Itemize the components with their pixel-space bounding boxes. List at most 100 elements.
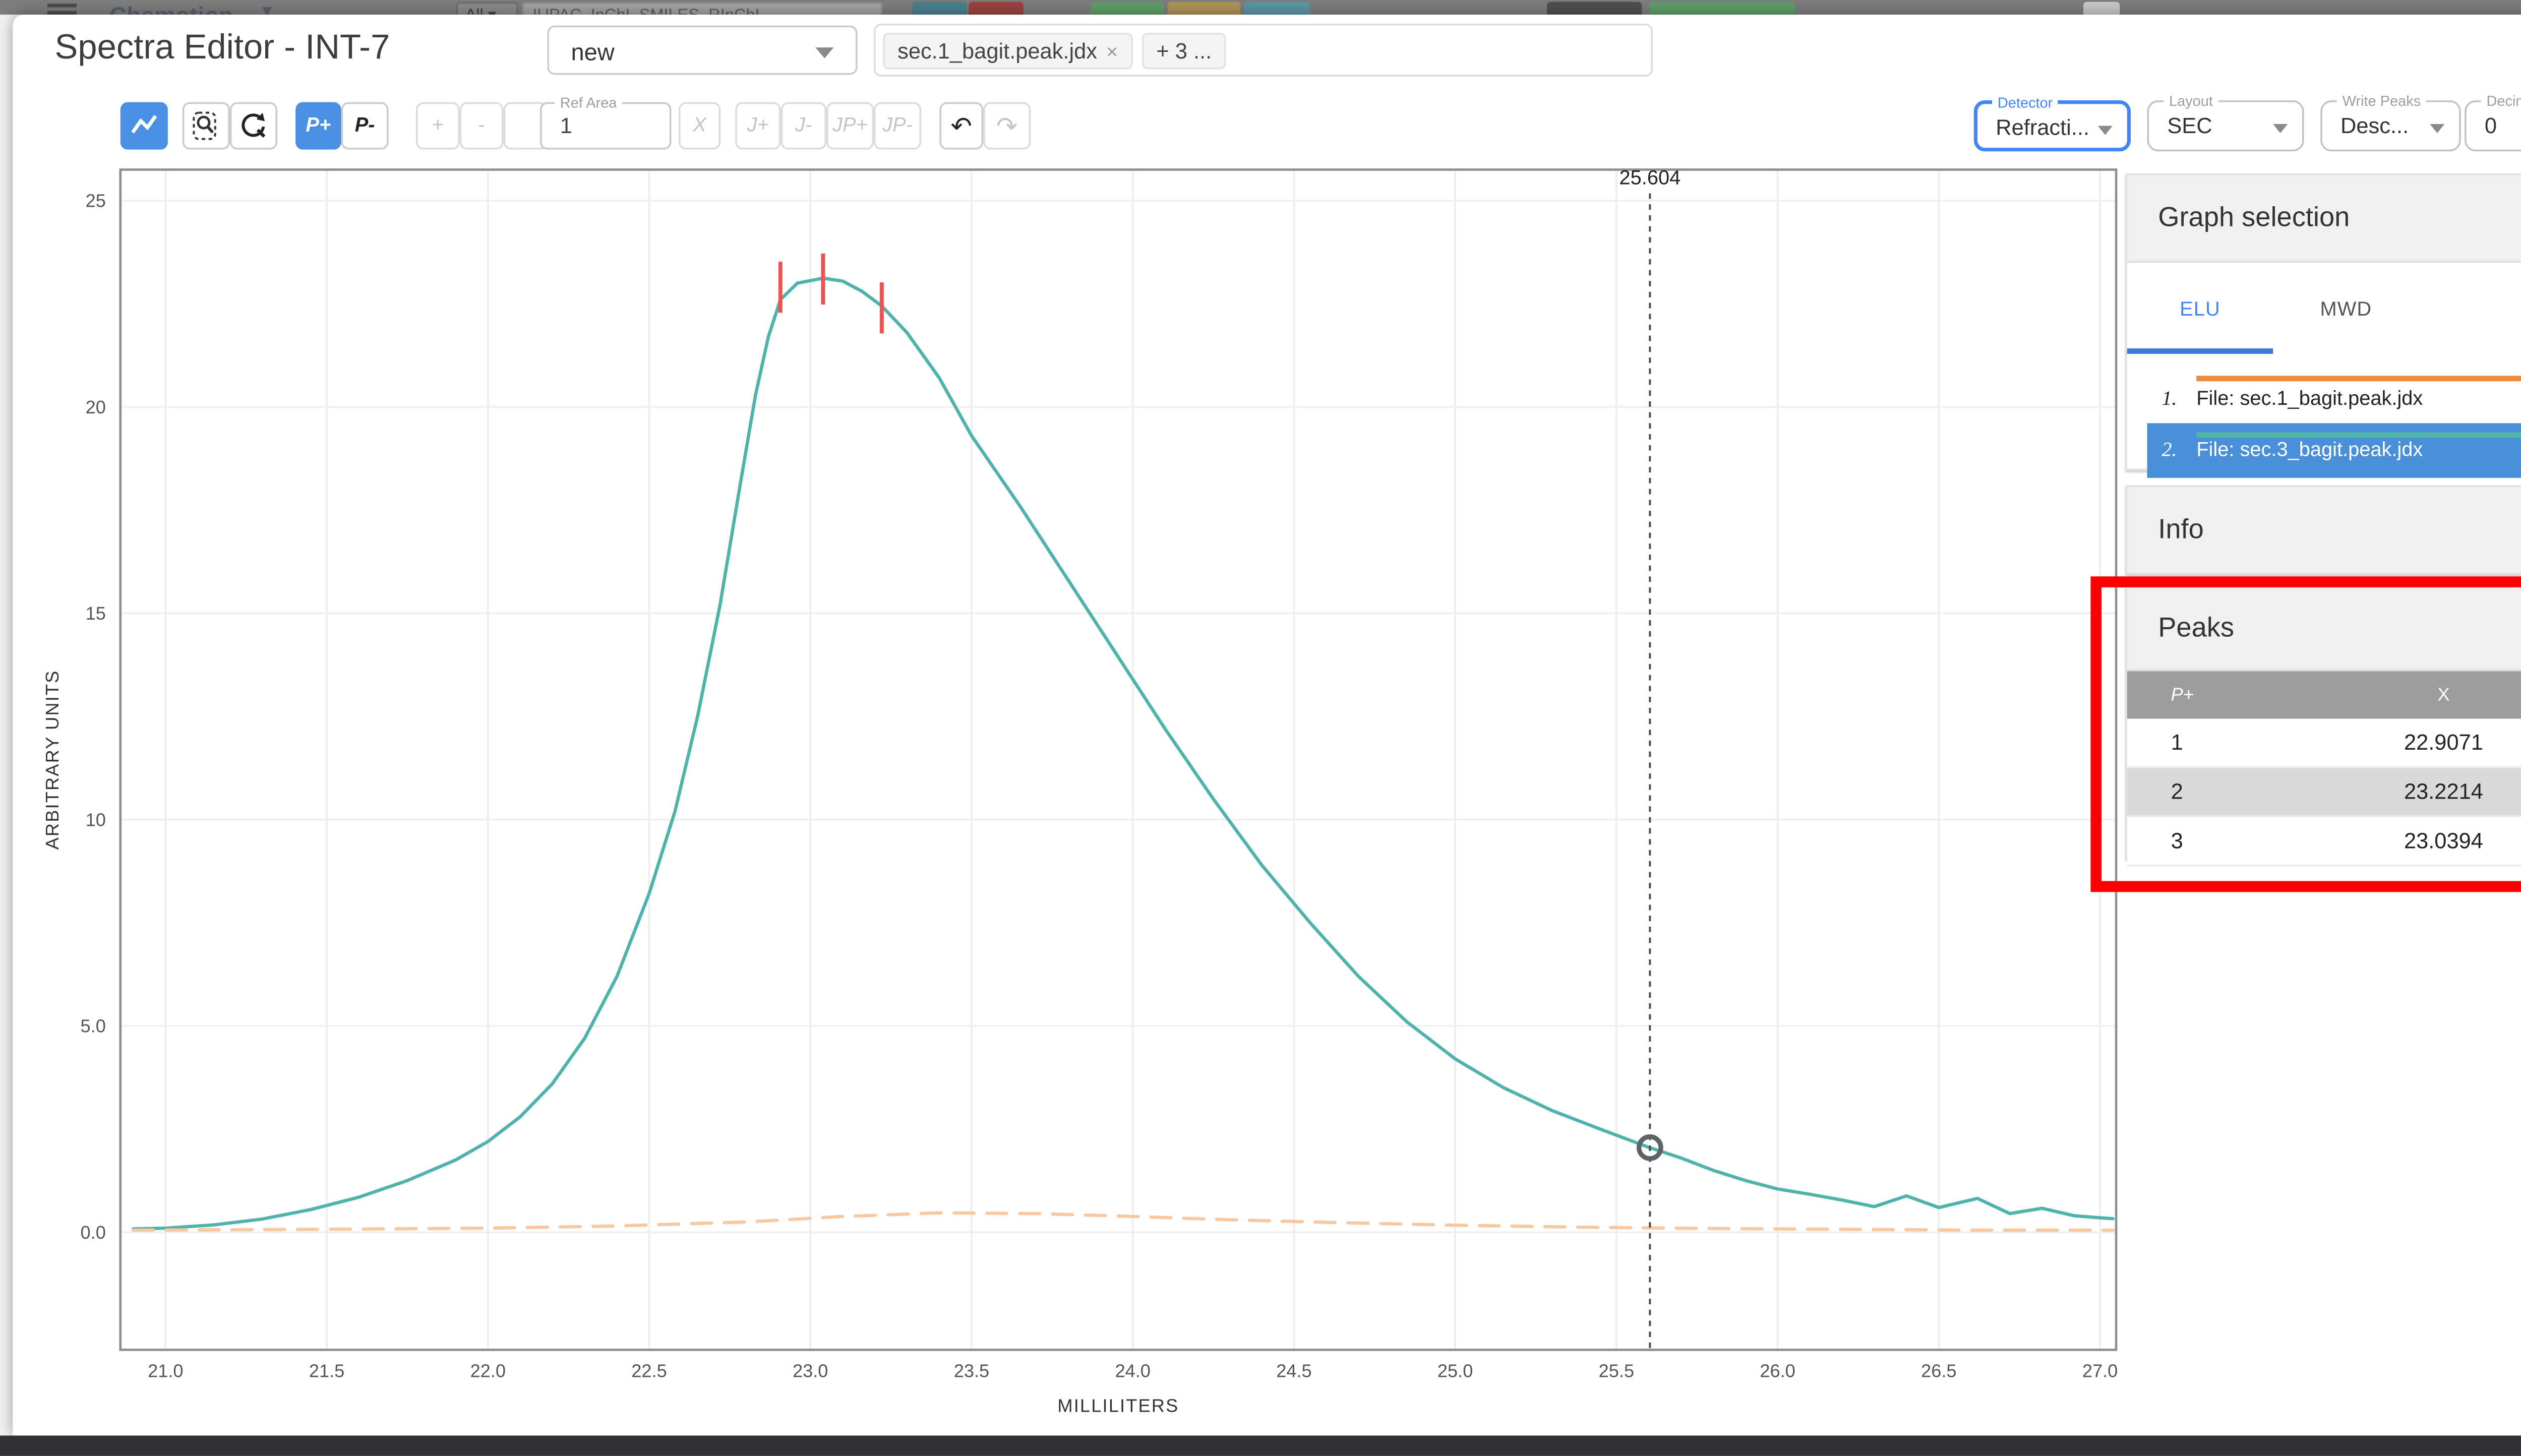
ref-area-label: Ref Area	[554, 95, 623, 111]
graph-file-list: 1. File: sec.1_bagit.peak.jdx 2. File: sec.…	[2127, 376, 2521, 489]
peak-index: 3	[2171, 828, 2183, 854]
preset-select-value: new	[571, 38, 615, 66]
nav-button-tan	[1167, 2, 1241, 15]
menu-icon	[47, 4, 77, 15]
file-tag[interactable]: + 3 ...	[1142, 32, 1227, 69]
graph-selection-header[interactable]: Graph selection	[2127, 175, 2521, 263]
chevron-down-icon: ▼	[259, 2, 276, 15]
detector-select[interactable]: Detector Refracti...	[1973, 95, 2131, 152]
peak-add-button[interactable]: P+	[295, 102, 341, 150]
preset-select[interactable]: new	[547, 25, 858, 75]
x-tick-label: 23.0	[793, 1361, 828, 1381]
y-tick-label: 25	[86, 191, 106, 211]
write-peaks-select[interactable]: Write Peaks Desc...	[2320, 93, 2461, 152]
graph-selection-card: Graph selection ELU MWD 1. File: sec.1_bag…	[2125, 173, 2521, 478]
plus-button[interactable]: +	[415, 102, 460, 150]
x-tick-label: 24.0	[1115, 1361, 1150, 1381]
info-card: Info	[2125, 485, 2521, 575]
y-tick-label: 20	[86, 397, 106, 417]
chevron-down-icon	[2273, 124, 2288, 134]
nav-search-input: IUPAC, InChI, SMILES, RInChI	[521, 2, 883, 15]
file-tag[interactable]: sec.1_bagit.peak.jdx ×	[883, 32, 1133, 69]
peak-index: 2	[2171, 778, 2183, 805]
x-tick-label: 21.5	[309, 1361, 344, 1381]
peaks-card: Peaks P+ X Y - 122.90712.29e+1×223.22142…	[2125, 585, 2521, 867]
minus-button[interactable]: -	[459, 102, 504, 150]
reset-zoom-button[interactable]	[229, 102, 277, 150]
reset-zoom-icon	[242, 112, 266, 138]
chart-canvas[interactable]: 21.0 21.5 22.0 22.5 23.0 23.5 24.0 24.5 25.0 25.5…	[36, 160, 2125, 1423]
graph-file-item[interactable]: 1. File: sec.1_bagit.peak.jdx	[2147, 376, 2521, 423]
peaks-table-header: P+ X Y -	[2127, 671, 2521, 719]
decimal-select[interactable]: Decimal 0	[2465, 93, 2521, 152]
redo-button[interactable]: ↷	[983, 102, 1031, 150]
y-tick-label: 10	[86, 809, 106, 830]
chevron-down-icon	[2430, 124, 2445, 134]
nav-button-teal	[912, 2, 967, 15]
graph-file-item[interactable]: 2. File: sec.3_bagit.peak.jdx	[2147, 423, 2521, 478]
series-elu-spectrum	[132, 276, 2115, 1231]
file-multiselect[interactable]: sec.1_bagit.peak.jdx × + 3 ...	[874, 24, 1653, 77]
line-mode-button[interactable]	[120, 102, 168, 150]
y-tick-label: 0.0	[81, 1222, 106, 1243]
jp-plus-button[interactable]: JP+	[826, 102, 874, 150]
x-tick-label: 22.0	[470, 1361, 506, 1381]
peaks-header[interactable]: Peaks	[2127, 587, 2521, 672]
file-index: 1.	[2162, 388, 2177, 411]
decimal-label: Decimal	[2481, 93, 2521, 110]
file-tag-label: sec.1_bagit.peak.jdx	[897, 37, 1097, 63]
peak-row[interactable]: 122.90712.29e+1×	[2127, 718, 2521, 768]
peaks-table-body: 122.90712.29e+1×223.22142.24e+1× 3 23.0394…	[2127, 718, 2521, 867]
nav-all-dropdown: All ▾	[456, 2, 518, 15]
nav-button-red	[969, 2, 1024, 15]
j-minus-button[interactable]: J-	[781, 102, 827, 150]
layout-label: Layout	[2164, 93, 2218, 110]
nav-button-cyan	[1244, 2, 1310, 15]
file-tag-label: + 3 ...	[1156, 37, 1212, 63]
peak-x-value: 22.9071	[2404, 730, 2483, 755]
clear-x-button[interactable]: X	[678, 102, 721, 150]
peak-x-value: 23.0394	[2404, 828, 2483, 854]
peak-remove-button[interactable]: P-	[341, 102, 389, 150]
redo-icon: ↷	[996, 110, 1018, 140]
x-tick-label: 25.5	[1599, 1361, 1634, 1381]
ref-area-input[interactable]: Ref Area 1	[539, 95, 672, 150]
file-index: 2.	[2162, 439, 2177, 462]
info-header[interactable]: Info	[2127, 487, 2521, 573]
active-tab-underline	[2127, 348, 2273, 354]
layout-select[interactable]: Layout SEC	[2147, 93, 2304, 152]
file-color-rule	[2196, 376, 2521, 382]
remove-tag-icon[interactable]: ×	[1106, 41, 1118, 63]
nav-chart-icon	[2083, 2, 2120, 15]
zoom-select-icon	[193, 111, 216, 140]
screen: Chemotion ▼ All ▾ IUPAC, InChI, SMILES, …	[0, 0, 2521, 1456]
tab-elu[interactable]: ELU	[2127, 274, 2273, 354]
x-tick-label: 24.5	[1276, 1361, 1311, 1381]
line-chart-icon	[131, 115, 157, 134]
info-title: Info	[2158, 514, 2204, 545]
jp-minus-button[interactable]: JP-	[874, 102, 922, 150]
peak-row[interactable]: 223.22142.24e+1×	[2127, 768, 2521, 817]
column-header-x: X	[2437, 685, 2450, 705]
y-tick-label: 5.0	[81, 1016, 106, 1037]
peak-row[interactable]: 323.03942.31e+1×	[2127, 817, 2521, 867]
zoom-area-button[interactable]	[182, 102, 230, 150]
column-header-p: P+	[2171, 685, 2194, 705]
undo-button[interactable]: ↶	[939, 102, 984, 150]
nav-button-green	[1091, 2, 1164, 15]
peaks-title: Peaks	[2158, 613, 2235, 644]
y-axis-label: ARBITRARY UNITS	[42, 670, 63, 850]
x-tick-label: 23.5	[954, 1361, 989, 1381]
spectra-chart[interactable]: 21.0 21.5 22.0 22.5 23.0 23.5 24.0 24.5 25.0 25.5…	[36, 160, 2125, 1423]
file-label: File: sec.1_bagit.peak.jdx	[2196, 388, 2423, 411]
graph-selection-title: Graph selection	[2158, 202, 2350, 234]
cursor-label: 25.604	[1619, 166, 1681, 189]
x-tick-label: 26.5	[1921, 1361, 1956, 1381]
j-plus-button[interactable]: J+	[735, 102, 781, 150]
graph-tabs: ELU MWD	[2127, 274, 2521, 354]
x-tick-label: 26.0	[1760, 1361, 1795, 1381]
x-tick-label: 21.0	[148, 1361, 183, 1381]
x-tick-label: 27.0	[2082, 1361, 2118, 1381]
x-tick-label: 22.5	[631, 1361, 667, 1381]
tab-mwd[interactable]: MWD	[2273, 274, 2419, 354]
